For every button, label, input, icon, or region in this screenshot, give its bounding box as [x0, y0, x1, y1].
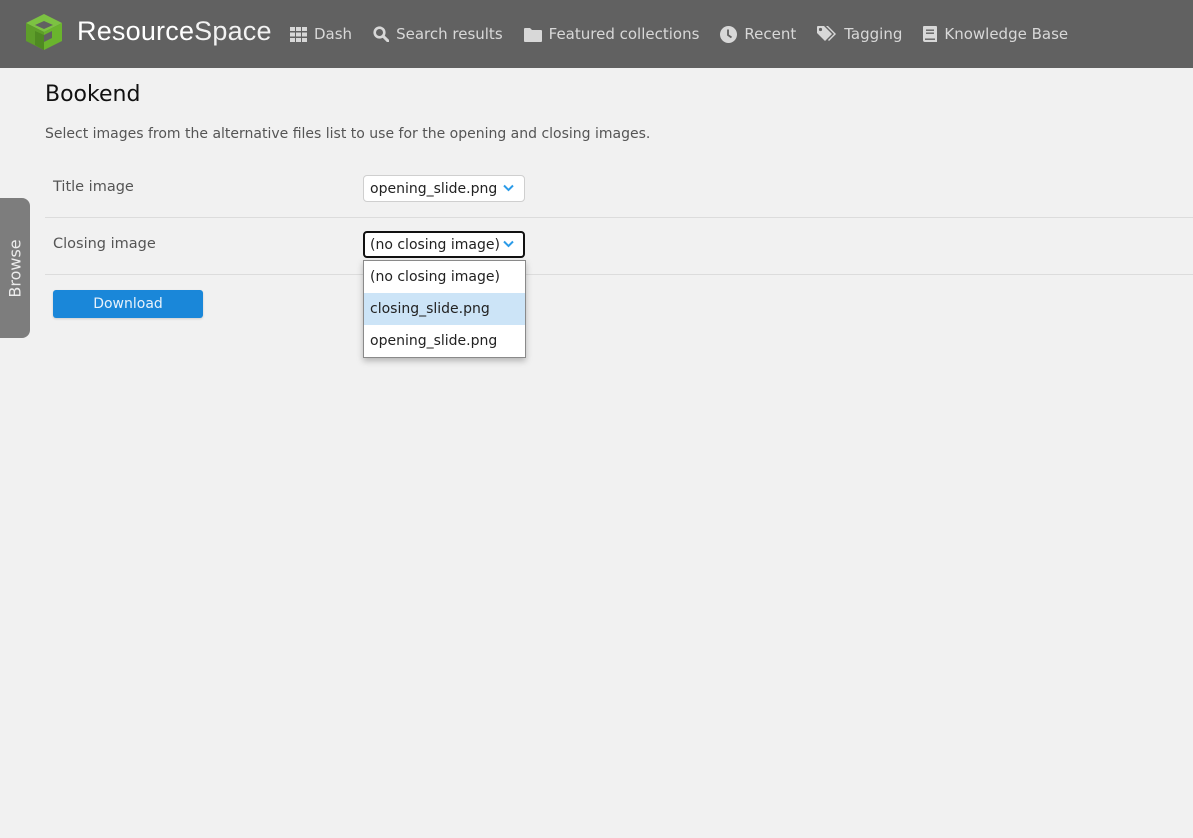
- chevron-down-icon: [503, 240, 514, 248]
- book-icon: [923, 26, 938, 42]
- title-image-select[interactable]: opening_slide.png: [363, 175, 525, 202]
- nav-search-results[interactable]: Search results: [373, 25, 503, 43]
- main-nav: Dash Search results Featured collections…: [290, 0, 1089, 68]
- nav-knowledge-base[interactable]: Knowledge Base: [923, 25, 1068, 43]
- title-image-row: Title image opening_slide.png: [45, 161, 1193, 218]
- dropdown-option[interactable]: opening_slide.png: [364, 325, 525, 357]
- nav-dash[interactable]: Dash: [290, 25, 352, 43]
- nav-featured-collections[interactable]: Featured collections: [523, 25, 700, 43]
- nav-knowledge-base-label: Knowledge Base: [944, 25, 1069, 43]
- chevron-down-icon: [503, 184, 514, 192]
- nav-recent-label: Recent: [744, 25, 797, 43]
- nav-tagging-label: Tagging: [844, 25, 903, 43]
- nav-featured-collections-label: Featured collections: [548, 25, 700, 43]
- closing-image-row: Closing image (no closing image): [45, 218, 1193, 275]
- grid-icon: [290, 26, 307, 42]
- nav-search-results-label: Search results: [396, 25, 503, 43]
- closing-image-label: Closing image: [53, 236, 156, 252]
- nav-recent[interactable]: Recent: [720, 25, 796, 43]
- title-image-label: Title image: [53, 179, 134, 195]
- nav-dash-label: Dash: [314, 25, 353, 43]
- top-header: ResourceSpace Dash Search results Featur…: [0, 0, 1193, 68]
- brand-bold: Resource: [77, 16, 195, 46]
- closing-image-select[interactable]: (no closing image): [363, 231, 525, 258]
- closing-image-dropdown-list: (no closing image) closing_slide.png ope…: [363, 260, 526, 358]
- resourcespace-logo-icon[interactable]: [24, 13, 64, 51]
- title-image-value: opening_slide.png: [370, 181, 498, 197]
- browse-tab[interactable]: Browse: [0, 198, 30, 338]
- page-title: Bookend: [45, 82, 141, 107]
- folder-icon: [523, 27, 542, 42]
- intro-text: Select images from the alternative files…: [45, 126, 651, 142]
- brand-light: Space: [194, 16, 272, 46]
- nav-tagging[interactable]: Tagging: [817, 25, 902, 43]
- dropdown-option[interactable]: (no closing image): [364, 261, 525, 293]
- search-icon: [373, 26, 390, 42]
- download-button[interactable]: Download: [53, 290, 203, 318]
- tags-icon: [817, 25, 837, 41]
- closing-image-value: (no closing image): [370, 237, 500, 253]
- browse-tab-label: Browse: [5, 238, 25, 298]
- clock-icon: [720, 25, 738, 43]
- dropdown-option-highlighted[interactable]: closing_slide.png: [364, 293, 525, 325]
- brand-name[interactable]: ResourceSpace: [77, 16, 272, 47]
